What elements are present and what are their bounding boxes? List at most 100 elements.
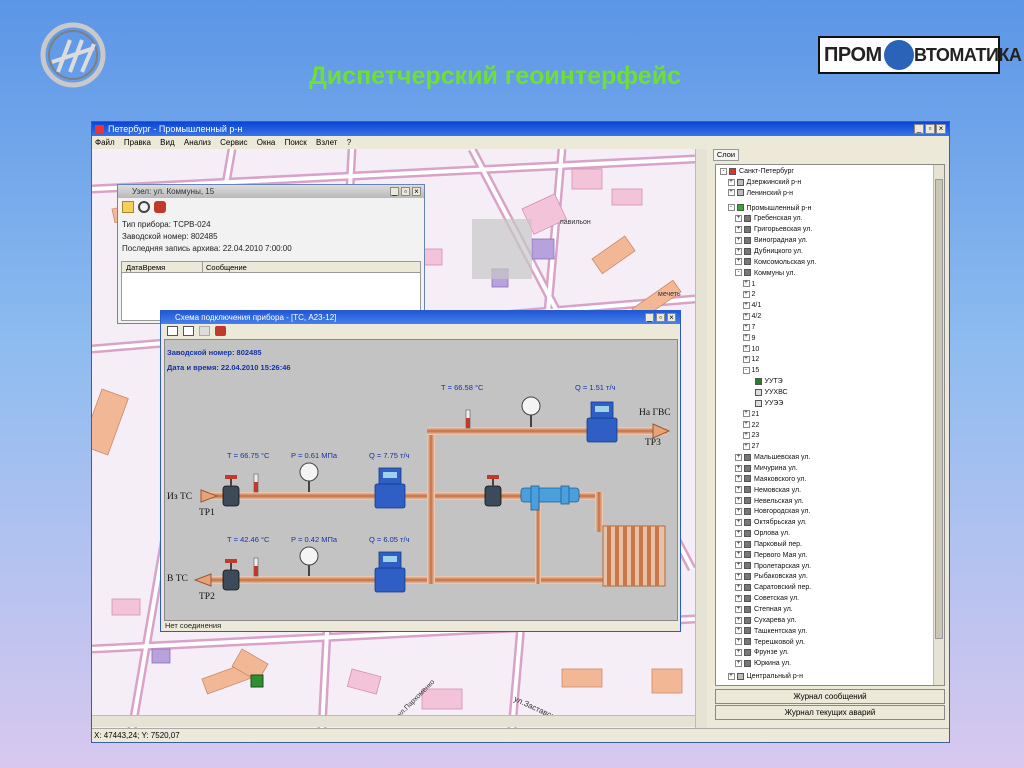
scheme-minimize-icon[interactable]: _ [645, 313, 654, 322]
menu-service[interactable]: Сервис [220, 138, 247, 147]
tree-scrollbar[interactable] [933, 165, 944, 685]
expand-icon[interactable]: + [735, 605, 742, 613]
expand-icon[interactable]: + [735, 583, 742, 591]
tree-district[interactable]: + Центральный р-н [727, 672, 803, 682]
tree-house[interactable]: +7 [742, 323, 755, 333]
tree-house[interactable]: +9 [742, 334, 755, 344]
expand-icon[interactable]: + [735, 236, 742, 244]
expand-icon[interactable]: + [735, 529, 742, 537]
layers-tree[interactable]: - Санкт-Петербург + Дзержинский р-н + Ленинск… [715, 164, 945, 686]
tree-street[interactable]: + Орлова ул. [735, 529, 790, 539]
tree-street[interactable]: + Григорьевская ул. [735, 225, 812, 235]
tree-meter-node[interactable]: УУЭЭ [754, 399, 783, 409]
expand-icon[interactable]: + [742, 291, 750, 298]
expand-icon[interactable]: + [742, 323, 750, 331]
tree-street[interactable]: + Парковый пер. [735, 540, 802, 550]
tree-street[interactable]: + Юркина ул. [735, 659, 791, 669]
alarm-icon[interactable] [215, 326, 226, 336]
tree-street[interactable]: + Невельская ул. [735, 497, 804, 507]
expand-icon[interactable]: + [735, 627, 742, 635]
node-minimize-icon[interactable]: _ [390, 187, 399, 196]
expand-icon[interactable]: + [727, 672, 735, 680]
expand-icon[interactable]: + [735, 258, 742, 266]
tree-street[interactable]: + Октябрьская ул. [735, 518, 807, 528]
alarms-log-button[interactable]: Журнал текущих аварий [715, 705, 945, 720]
collapse-icon[interactable]: - [735, 269, 742, 277]
expand-icon[interactable]: + [735, 247, 742, 255]
tree-street[interactable]: + Саратовский пер. [735, 583, 811, 593]
tree-meter-node[interactable]: УУТЭ [754, 377, 783, 387]
search-icon[interactable] [138, 201, 150, 213]
expand-icon[interactable]: + [735, 659, 742, 667]
expand-icon[interactable]: + [742, 442, 750, 450]
tree-house[interactable]: +4/1 [742, 301, 761, 311]
expand-icon[interactable]: + [735, 616, 742, 624]
tree-street[interactable]: + Виноградная ул. [735, 236, 808, 246]
tree-street[interactable]: + Рыбаковская ул. [735, 572, 808, 582]
scheme-icon[interactable] [122, 201, 134, 213]
tree-district[interactable]: + Ленинский р-н [727, 189, 793, 199]
expand-icon[interactable]: + [735, 518, 742, 526]
expand-icon[interactable]: + [735, 225, 742, 233]
messages-log-button[interactable]: Журнал сообщений [715, 689, 945, 704]
menu-file[interactable]: Файл [95, 138, 115, 147]
tree-street[interactable]: + Гребенская ул. [735, 214, 803, 224]
expand-icon[interactable]: + [735, 562, 742, 570]
tree-house[interactable]: +22 [742, 421, 759, 431]
disabled-tool-icon[interactable] [199, 326, 210, 336]
tree-street[interactable]: + Немовская ул. [735, 486, 801, 496]
tree-street[interactable]: + Мальшевская ул. [735, 453, 810, 463]
expand-icon[interactable]: + [742, 345, 750, 353]
tree-house[interactable]: +21 [742, 410, 759, 420]
collapse-icon[interactable]: - [742, 366, 750, 374]
tree-street[interactable]: + Советская ул. [735, 594, 799, 604]
expand-icon[interactable]: + [742, 421, 750, 429]
scheme-window[interactable]: Схема подключения прибора - [ТС, А23-12]… [160, 310, 681, 632]
tree-street[interactable]: + Маяковского ул. [735, 475, 806, 485]
menu-help[interactable]: ? [347, 138, 351, 147]
scheme-close-icon[interactable]: × [667, 313, 676, 322]
expand-icon[interactable]: + [727, 189, 735, 197]
tree-house[interactable]: +23 [742, 431, 759, 441]
tree-street[interactable]: + Пролетарская ул. [735, 562, 811, 572]
tree-house[interactable]: +27 [742, 442, 759, 452]
node-info-window[interactable]: Узел: ул. Коммуны, 15 _ ▫ × Тип прибора:… [117, 184, 425, 324]
minimize-icon[interactable]: _ [914, 124, 924, 134]
tree-street[interactable]: + Комсомольская ул. [735, 258, 816, 268]
tree-root[interactable]: - Санкт-Петербург [720, 167, 794, 177]
tree-street[interactable]: + Дубницкого ул. [735, 247, 803, 257]
tree-scroll-thumb[interactable] [935, 179, 943, 639]
expand-icon[interactable]: + [742, 432, 750, 440]
menu-analysis[interactable]: Анализ [184, 138, 211, 147]
alarm-icon[interactable] [154, 201, 166, 213]
node-close-icon[interactable]: × [412, 187, 421, 196]
tree-street[interactable]: + Сухарева ул. [735, 616, 797, 626]
tab-layers[interactable]: Слои [713, 149, 739, 161]
tree-district[interactable]: + Дзержинский р-н [727, 178, 801, 188]
menu-windows[interactable]: Окна [257, 138, 276, 147]
tree-street[interactable]: + Терешковой ул. [735, 638, 805, 648]
expand-icon[interactable]: + [735, 475, 742, 483]
expand-icon[interactable]: + [735, 453, 742, 461]
expand-icon[interactable]: + [735, 638, 742, 646]
expand-icon[interactable]: + [735, 497, 742, 505]
map-vertical-scrollbar[interactable] [695, 149, 707, 729]
expand-icon[interactable]: + [735, 573, 742, 581]
tree-street[interactable]: + Степная ул. [735, 605, 793, 615]
expand-icon[interactable]: + [727, 178, 735, 186]
tree-house[interactable]: +2 [742, 290, 755, 300]
tree-meter-node[interactable]: УУХВС [754, 388, 788, 398]
tree-house[interactable]: +1 [742, 280, 755, 290]
tree-house[interactable]: +10 [742, 345, 759, 355]
collapse-icon[interactable]: - [727, 204, 735, 212]
expand-icon[interactable]: + [735, 594, 742, 602]
expand-icon[interactable]: + [742, 301, 750, 309]
menu-vzlet[interactable]: Взлет [316, 138, 337, 147]
expand-icon[interactable]: + [735, 508, 742, 515]
map-horizontal-scrollbar[interactable] [92, 715, 695, 727]
expand-icon[interactable]: + [742, 312, 750, 320]
col-message[interactable]: Сообщение [202, 262, 247, 273]
tree-street[interactable]: - Коммуны ул. [735, 269, 795, 279]
tree-street[interactable]: + Фрунзе ул. [735, 648, 789, 658]
menu-edit[interactable]: Правка [124, 138, 151, 147]
